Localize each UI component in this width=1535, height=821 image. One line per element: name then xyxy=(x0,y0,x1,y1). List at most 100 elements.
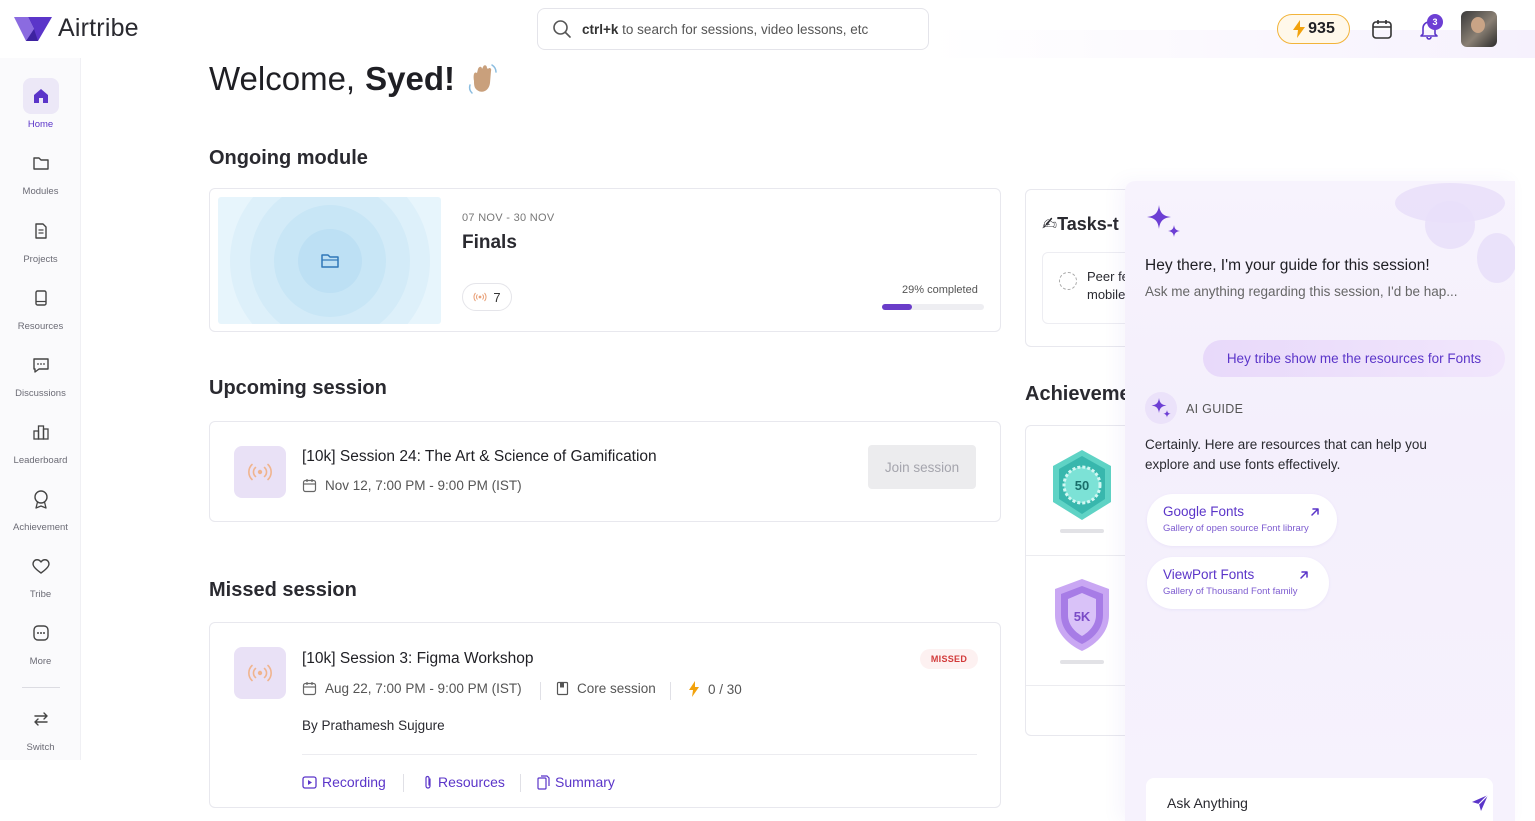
summary-label: Summary xyxy=(555,774,615,790)
resource-card-google-fonts[interactable]: Google Fonts Gallery of open source Font… xyxy=(1147,494,1337,546)
missed-badge: MISSED xyxy=(920,649,978,669)
sidebar-item-label: Discussions xyxy=(15,388,66,399)
ongoing-module-title: Ongoing module xyxy=(209,147,368,169)
recording-link[interactable]: Recording xyxy=(302,774,386,790)
ai-message: Certainly. Here are resources that can h… xyxy=(1145,437,1427,472)
sidebar-item-modules[interactable]: Modules xyxy=(0,145,81,197)
task-line-2: mobile xyxy=(1087,287,1126,302)
sidebar-item-leaderboard[interactable]: Leaderboard xyxy=(0,414,81,466)
calendar-icon xyxy=(302,479,317,493)
achievement-badge-5k-icon[interactable]: 5K xyxy=(1049,577,1115,653)
session-author: By Prathamesh Sujgure xyxy=(302,718,445,733)
resource-subtitle: Gallery of open source Font library xyxy=(1163,523,1309,534)
sidebar-divider xyxy=(22,687,60,688)
search-shortcut: ctrl+k xyxy=(582,21,619,37)
meta-divider xyxy=(540,682,541,700)
achievement-badge-50-icon[interactable]: 50 xyxy=(1049,448,1115,522)
sidebar-item-label: Modules xyxy=(22,186,59,197)
datetime-text: Aug 22, 7:00 PM - 9:00 PM (IST) xyxy=(325,681,522,696)
writing-hand-icon: ✍ xyxy=(1042,214,1058,234)
module-date: 07 NOV - 30 NOV xyxy=(462,212,555,224)
paperclip-icon xyxy=(425,775,431,789)
header-fade xyxy=(930,30,1535,58)
sidebar-item-label: Resources xyxy=(17,321,64,332)
missed-session-title: Missed session xyxy=(209,579,357,601)
task-line-1: Peer fe xyxy=(1087,269,1129,284)
ai-guide-panel: Hey there, I'm your guide for this sessi… xyxy=(1125,181,1515,821)
sidebar-item-home[interactable]: Home xyxy=(0,78,81,130)
author-prefix: By xyxy=(302,718,318,733)
task-status-icon[interactable] xyxy=(1059,272,1077,290)
upcoming-session-card[interactable]: [10k] Session 24: The Art & Science of G… xyxy=(209,421,1001,522)
folder-icon xyxy=(321,254,339,268)
points-badge[interactable]: 935 xyxy=(1277,14,1350,44)
top-header: Airtribe ctrl+k to search for sessions, … xyxy=(0,0,1535,58)
send-icon[interactable] xyxy=(1470,793,1490,813)
calendar-icon[interactable] xyxy=(1371,18,1393,40)
points-value: 935 xyxy=(1308,20,1335,37)
live-session-icon xyxy=(234,446,286,498)
search-hint: to search for sessions, video lessons, e… xyxy=(622,21,869,37)
resources-link[interactable]: Resources xyxy=(423,774,505,790)
copy-document-icon xyxy=(537,774,550,790)
video-icon xyxy=(302,775,317,789)
sidebar-item-more[interactable]: More xyxy=(0,615,81,667)
search-bar[interactable]: ctrl+k to search for sessions, video les… xyxy=(537,8,929,50)
user-avatar[interactable] xyxy=(1461,11,1497,47)
sidebar-item-projects[interactable]: Projects xyxy=(0,213,81,265)
missed-session-datetime: Aug 22, 7:00 PM - 9:00 PM (IST) xyxy=(302,681,522,696)
decor-blob xyxy=(1425,201,1475,249)
resource-title: ViewPort Fonts xyxy=(1163,567,1255,582)
sidebar-item-achievement[interactable]: Achievement xyxy=(0,481,81,533)
missed-session-name[interactable]: [10k] Session 3: Figma Workshop xyxy=(302,650,533,668)
sidebar-item-label: Tribe xyxy=(29,589,52,600)
resource-card-viewport-fonts[interactable]: ViewPort Fonts Gallery of Thousand Font … xyxy=(1147,557,1329,609)
sidebar-item-label: Leaderboard xyxy=(13,455,68,466)
award-icon xyxy=(23,481,59,517)
tasks-title-text: Tasks-t xyxy=(1057,214,1119,234)
lightning-icon xyxy=(1293,20,1306,38)
sidebar-item-label: Switch xyxy=(26,742,55,753)
more-icon xyxy=(23,615,59,651)
airtribe-logo-icon xyxy=(14,16,52,41)
ask-anything-input[interactable]: Ask Anything xyxy=(1146,778,1493,821)
meta-divider xyxy=(670,682,671,700)
resource-subtitle: Gallery of Thousand Font family xyxy=(1163,586,1298,597)
sidebar-item-switch[interactable]: Switch xyxy=(0,701,81,753)
task-text: Peer fe mobile xyxy=(1087,268,1129,304)
badge-5k-label: 5K xyxy=(1074,609,1091,624)
module-name: Finals xyxy=(462,232,517,253)
resources-label: Resources xyxy=(438,774,505,790)
badge-50-label: 50 xyxy=(1075,478,1089,493)
sidebar-item-discussions[interactable]: Discussions xyxy=(0,347,81,399)
missed-session-card[interactable]: [10k] Session 3: Figma Workshop MISSED A… xyxy=(209,622,1001,808)
ongoing-module-card[interactable]: 07 NOV - 30 NOV Finals 7 29% completed xyxy=(209,188,1001,332)
live-session-icon xyxy=(234,647,286,699)
app-name: Airtribe xyxy=(58,14,139,42)
resource-title: Google Fonts xyxy=(1163,504,1245,519)
notebook-icon xyxy=(556,681,569,696)
summary-link[interactable]: Summary xyxy=(537,774,615,790)
session-type: Core session xyxy=(556,681,656,696)
decor-blob xyxy=(1477,233,1515,283)
join-session-button[interactable]: Join session xyxy=(868,445,976,489)
external-link-arrow-icon xyxy=(1300,571,1308,579)
sidebar-item-tribe[interactable]: Tribe xyxy=(0,548,81,600)
link-divider xyxy=(520,774,521,792)
card-divider xyxy=(302,754,977,755)
logo[interactable]: Airtribe xyxy=(14,14,139,43)
lightning-icon xyxy=(689,681,699,697)
upcoming-session-name[interactable]: [10k] Session 24: The Art & Science of G… xyxy=(302,448,657,466)
leaderboard-icon xyxy=(23,414,59,450)
heart-icon xyxy=(23,548,59,584)
external-link-arrow-icon xyxy=(1311,508,1319,516)
live-count-chip: 7 xyxy=(462,283,512,311)
waving-hand-icon xyxy=(468,64,497,94)
achievements-title: Achieveme xyxy=(1025,383,1131,405)
ai-greeting: Hey there, I'm your guide for this sessi… xyxy=(1145,257,1430,274)
sidebar-item-label: Home xyxy=(27,119,54,130)
home-icon xyxy=(22,78,59,114)
sidebar-item-label: More xyxy=(29,656,52,667)
sidebar-item-resources[interactable]: Resources xyxy=(0,280,81,332)
upcoming-session-title: Upcoming session xyxy=(209,377,387,399)
